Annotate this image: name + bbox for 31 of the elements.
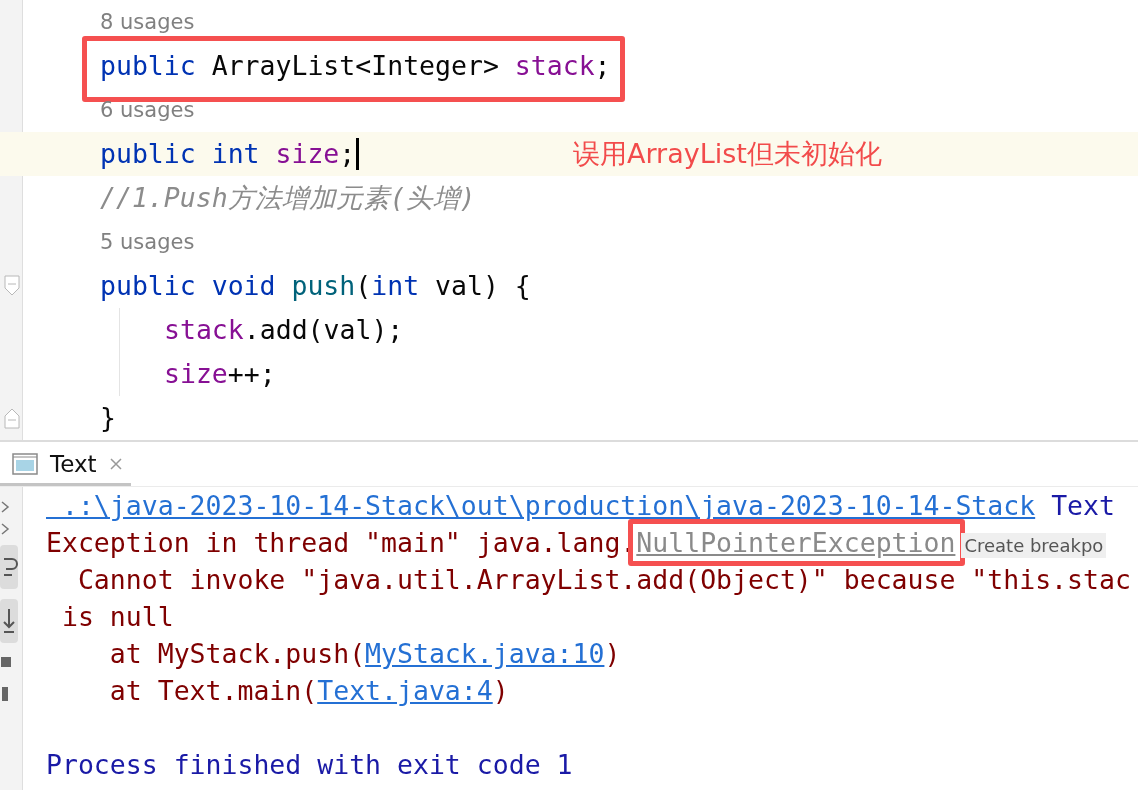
- file-link[interactable]: .:\java-2023-10-14-Stack\out\production\java-2023-10-14-Stack: [46, 489, 1036, 521]
- usages-hint[interactable]: 5 usages: [100, 230, 195, 254]
- console-text: is null: [60, 600, 174, 632]
- console-text: Process finished with exit code 1: [46, 748, 573, 780]
- console-text: at Text.main(: [108, 674, 318, 706]
- annotation-text: 误用ArrayList但未初始化: [573, 137, 882, 171]
- tab-label[interactable]: Text: [50, 451, 97, 477]
- create-breakpoint-hint[interactable]: Create breakpo: [961, 532, 1107, 558]
- code-line: }: [100, 402, 116, 434]
- scroll-down-icon[interactable]: [0, 599, 18, 643]
- console-text: Exception in thread "main" java.lang.: [46, 526, 637, 558]
- code-comment: //1.Push方法增加元素(头增): [100, 182, 476, 214]
- file-link[interactable]: Text.java:4: [317, 674, 493, 706]
- wrap-icon[interactable]: [0, 545, 18, 589]
- close-icon[interactable]: [108, 457, 123, 471]
- code-line: size++;: [164, 358, 276, 390]
- console-icon: [12, 453, 38, 475]
- file-link[interactable]: MyStack.java:10: [365, 637, 605, 669]
- file-link[interactable]: NullPointerException: [636, 526, 956, 558]
- console-text: at MyStack.push(: [108, 637, 366, 669]
- code-line: public ArrayList<Integer> stack;: [100, 50, 611, 82]
- code-line: stack.add(val);: [164, 314, 404, 346]
- console-tab[interactable]: Text: [0, 442, 131, 486]
- code-line: public void push(int val) {: [100, 270, 531, 302]
- usages-hint[interactable]: 6 usages: [100, 98, 195, 122]
- console-text: ): [604, 637, 621, 669]
- console-text: Text: [1050, 489, 1115, 521]
- console-text: Cannot invoke "java.util.ArrayList.add(Object)" because "this.stac: [76, 563, 1131, 595]
- console-text: ): [492, 674, 509, 706]
- usages-hint[interactable]: 8 usages: [100, 10, 195, 34]
- code-line: public int size;: [100, 138, 356, 170]
